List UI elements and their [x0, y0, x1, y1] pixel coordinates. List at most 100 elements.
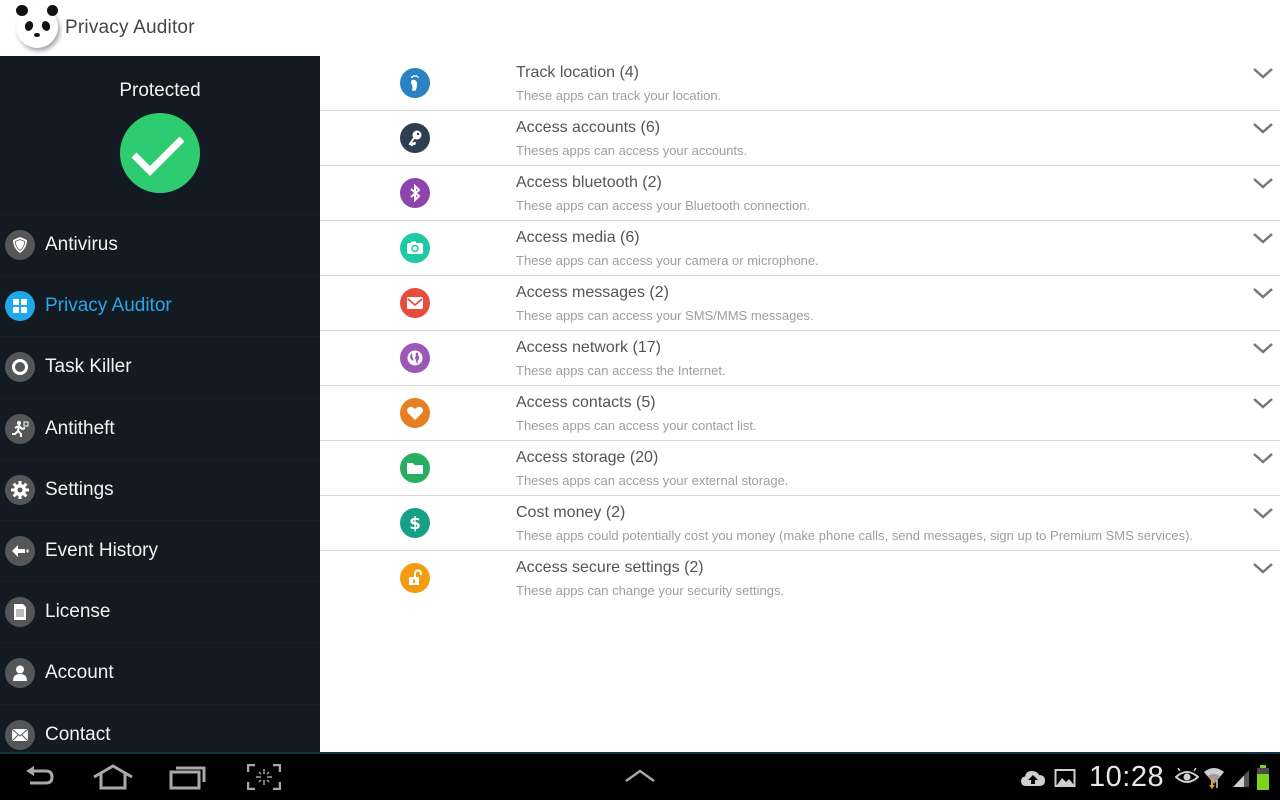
chevron-down-icon[interactable] — [1252, 451, 1274, 465]
permission-description: Theses apps can access your accounts. — [516, 143, 748, 158]
app-window: Privacy Auditor Protected Antivirus Priv… — [0, 0, 1280, 800]
permission-description: These apps can track your location. — [516, 88, 722, 103]
permission-title: Access messages (2) — [516, 284, 669, 301]
permission-description: These apps can access your Bluetooth con… — [516, 198, 811, 213]
permission-row-access-accounts[interactable]: Access accounts (6) Theses apps can acce… — [320, 111, 1280, 166]
permission-title: Access secure settings (2) — [516, 559, 704, 576]
folder-icon — [400, 453, 430, 483]
eye-notification — [1174, 767, 1200, 791]
permission-description: These apps can access your SMS/MMS messa… — [516, 308, 814, 323]
home-icon — [93, 764, 133, 790]
sidebar-item-settings[interactable]: Settings — [0, 458, 320, 520]
upload-notification[interactable] — [1020, 768, 1046, 793]
permission-row-access-messages[interactable]: Access messages (2) These apps can acces… — [320, 276, 1280, 331]
envelope-icon — [5, 719, 35, 750]
sidebar-item-label: Antitheft — [45, 417, 115, 439]
camera-icon — [400, 233, 430, 263]
permission-row-access-bluetooth[interactable]: Access bluetooth (2) These apps can acce… — [320, 166, 1280, 221]
chevron-down-icon[interactable] — [1252, 561, 1274, 575]
chevron-down-icon[interactable] — [1252, 396, 1274, 410]
chevron-down-icon[interactable] — [1252, 176, 1274, 190]
permission-description: These apps could potentially cost you mo… — [516, 528, 1194, 543]
chevron-down-icon[interactable] — [1252, 121, 1274, 135]
envelope-icon — [400, 288, 430, 318]
sidebar-nav: Antivirus Privacy Auditor Task Killer An… — [0, 214, 320, 752]
permission-title: Access bluetooth (2) — [516, 174, 662, 191]
sidebar-item-label: Settings — [45, 478, 114, 500]
sidebar: Protected Antivirus Privacy Auditor Task… — [0, 56, 320, 752]
app-drawer-button[interactable] — [624, 768, 656, 789]
recent-apps-button[interactable] — [169, 764, 207, 795]
permission-title: Track location (4) — [516, 64, 639, 81]
chevron-down-icon[interactable] — [1252, 66, 1274, 80]
chevron-down-icon[interactable] — [1252, 506, 1274, 520]
screenshot-button[interactable] — [246, 763, 282, 795]
target-icon — [5, 352, 35, 383]
sidebar-item-antitheft[interactable]: Antitheft — [0, 397, 320, 459]
permission-row-cost-money[interactable]: $ Cost money (2) These apps could potent… — [320, 496, 1280, 551]
permission-title: Access network (17) — [516, 339, 661, 356]
chevron-up-icon — [625, 769, 655, 783]
signal-status — [1232, 768, 1250, 793]
sidebar-item-privacy-auditor[interactable]: Privacy Auditor — [0, 275, 320, 336]
sidebar-item-account[interactable]: Account — [0, 642, 320, 703]
permission-description: These apps can change your security sett… — [516, 583, 785, 598]
sidebar-item-license[interactable]: License — [0, 581, 320, 642]
permission-title: Access accounts (6) — [516, 119, 661, 136]
permission-title: Access storage (20) — [516, 449, 659, 466]
permission-row-access-network[interactable]: Access network (17) These apps can acces… — [320, 331, 1280, 386]
permission-title: Access media (6) — [516, 229, 640, 246]
protected-status-badge — [120, 113, 200, 193]
chevron-down-icon[interactable] — [1252, 231, 1274, 245]
permission-row-track-location[interactable]: Track location (4) These apps can track … — [320, 56, 1280, 111]
sidebar-item-contact[interactable]: Contact — [0, 703, 320, 753]
permission-title: Access contacts (5) — [516, 394, 656, 411]
eye-icon — [1174, 767, 1200, 783]
permission-row-access-contacts[interactable]: Access contacts (5) Theses apps can acce… — [320, 386, 1280, 441]
gear-icon — [5, 474, 35, 505]
unlock-icon — [400, 563, 430, 593]
checkmark-icon — [131, 136, 185, 176]
chevron-down-icon[interactable] — [1252, 341, 1274, 355]
panda-logo-icon — [16, 5, 58, 48]
back-button[interactable] — [22, 764, 56, 795]
chevron-down-icon[interactable] — [1252, 286, 1274, 300]
permission-row-access-media[interactable]: Access media (6) These apps can access y… — [320, 221, 1280, 276]
sidebar-item-task-killer[interactable]: Task Killer — [0, 336, 320, 397]
sidebar-item-label: Event History — [45, 540, 158, 562]
running-thief-icon — [5, 413, 35, 444]
key-icon — [400, 123, 430, 153]
sidebar-item-label: Privacy Auditor — [45, 295, 172, 317]
system-navigation-bar: 10:28 — [0, 752, 1280, 800]
heart-icon — [400, 398, 430, 428]
permission-description: Theses apps can access your external sto… — [516, 473, 789, 488]
permissions-list: Track location (4) These apps can track … — [320, 56, 1280, 752]
app-header: Privacy Auditor — [0, 0, 1280, 56]
battery-icon — [1257, 765, 1269, 790]
app-title: Privacy Auditor — [65, 17, 195, 38]
permission-row-access-secure-settings[interactable]: Access secure settings (2) These apps ca… — [320, 551, 1280, 606]
image-icon — [1054, 769, 1076, 787]
protection-status-label: Protected — [119, 80, 201, 101]
user-icon — [5, 658, 35, 689]
permission-title: Cost money (2) — [516, 504, 626, 521]
wifi-status — [1202, 766, 1226, 795]
recent-apps-icon — [169, 766, 206, 790]
permission-row-access-storage[interactable]: Access storage (20) Theses apps can acce… — [320, 441, 1280, 496]
screenshot-icon — [246, 763, 282, 791]
sidebar-item-antivirus[interactable]: Antivirus — [0, 214, 320, 275]
cellular-signal-icon — [1233, 770, 1249, 787]
status-clock: 10:28 — [1089, 761, 1165, 793]
arrow-left-icon — [5, 536, 35, 567]
permission-description: These apps can access your camera or mic… — [516, 253, 819, 268]
sidebar-item-event-history[interactable]: Event History — [0, 519, 320, 581]
permission-description: Theses apps can access your contact list… — [516, 418, 757, 433]
bluetooth-icon — [400, 178, 430, 208]
sidebar-item-label: Contact — [45, 723, 111, 745]
battery-status — [1256, 765, 1270, 796]
shield-icon — [5, 230, 35, 261]
gallery-notification[interactable] — [1054, 768, 1076, 793]
dollar-icon: $ — [400, 508, 430, 538]
home-button[interactable] — [92, 764, 134, 795]
grid-icon — [5, 291, 35, 322]
